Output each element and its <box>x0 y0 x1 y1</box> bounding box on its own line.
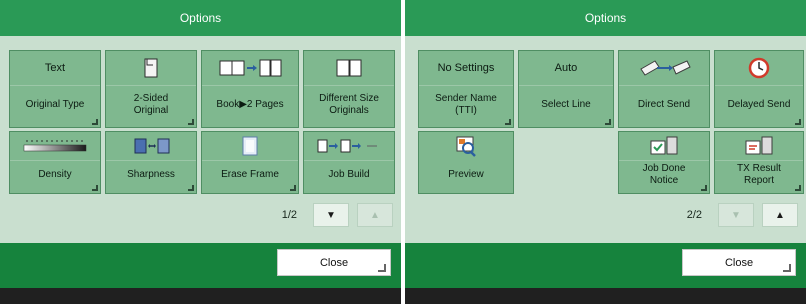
density-label: Density <box>38 169 72 180</box>
direct-send-icon <box>619 51 709 86</box>
different-size-icon <box>304 51 394 86</box>
options-panel-right: Options No Settings Sender Name (TTI) Au… <box>405 0 806 304</box>
tile-job-build[interactable]: Job Build <box>303 131 395 194</box>
corner-grip-icon <box>378 264 386 272</box>
corner-indicator-icon <box>795 185 801 191</box>
preview-label: Preview <box>448 169 484 180</box>
corner-indicator-icon <box>188 185 194 191</box>
delayed-send-label: Delayed Send <box>727 99 791 110</box>
select-line-value: Auto <box>519 51 613 86</box>
tile-delayed-send[interactable]: Delayed Send <box>714 50 804 128</box>
triangle-down-icon: ▼ <box>326 209 336 221</box>
options-panel-left: Options Text Original Type 2-Sided Origi… <box>0 0 401 304</box>
book-icon <box>202 51 298 86</box>
job-done-notice-label: Job Done Notice <box>642 163 686 186</box>
clock-icon <box>715 51 803 86</box>
sharpness-label: Sharpness <box>127 169 175 180</box>
job-build-label: Job Build <box>328 169 370 180</box>
tile-book-2-pages[interactable]: Book▶2 Pages <box>201 50 299 128</box>
tile-preview[interactable]: Preview <box>418 131 514 194</box>
tile-density[interactable]: Density <box>9 131 101 194</box>
corner-indicator-icon <box>290 185 296 191</box>
sender-name-label: Sender Name (TTI) <box>435 93 497 116</box>
tile-tx-result-report[interactable]: TX Result Report <box>714 131 804 194</box>
tile-job-done-notice[interactable]: Job Done Notice <box>618 131 710 194</box>
triangle-down-icon: ▼ <box>731 209 741 221</box>
triangle-up-icon: ▲ <box>775 209 785 221</box>
tile-erase-frame[interactable]: Erase Frame <box>201 131 299 194</box>
corner-indicator-icon <box>92 185 98 191</box>
original-type-label: Original Type <box>25 99 85 110</box>
corner-indicator-icon <box>605 119 611 125</box>
tile-two-sided-original[interactable]: 2-Sided Original <box>105 50 197 128</box>
bottom-bar <box>405 288 806 304</box>
page-down-button[interactable]: ▼ <box>718 203 754 227</box>
page-indicator: 1/2 <box>281 209 297 221</box>
two-sided-original-label: 2-Sided Original <box>133 93 169 116</box>
erase-frame-label: Erase Frame <box>221 169 279 180</box>
two-sided-icon <box>106 51 196 86</box>
book-2-pages-label: Book▶2 Pages <box>216 99 284 110</box>
page-up-button[interactable]: ▲ <box>762 203 798 227</box>
page-up-button[interactable]: ▲ <box>357 203 393 227</box>
tile-select-line[interactable]: Auto Select Line <box>518 50 614 128</box>
tile-sender-name[interactable]: No Settings Sender Name (TTI) <box>418 50 514 128</box>
tile-direct-send[interactable]: Direct Send <box>618 50 710 128</box>
corner-indicator-icon <box>795 119 801 125</box>
corner-grip-icon <box>783 264 791 272</box>
tile-sharpness[interactable]: Sharpness <box>105 131 197 194</box>
corner-indicator-icon <box>505 119 511 125</box>
bottom-bar <box>0 288 401 304</box>
footer-bar: Close <box>405 243 806 288</box>
page-down-button[interactable]: ▼ <box>313 203 349 227</box>
select-line-label: Select Line <box>541 99 591 110</box>
pagination: 2/2 ▼ ▲ <box>687 202 806 228</box>
tile-different-size-originals[interactable]: Different Size Originals <box>303 50 395 128</box>
close-label: Close <box>724 256 754 269</box>
pagination: 1/2 ▼ ▲ <box>282 202 401 228</box>
direct-send-label: Direct Send <box>637 99 691 110</box>
corner-indicator-icon <box>188 119 194 125</box>
different-size-originals-label: Different Size Originals <box>319 93 379 116</box>
triangle-up-icon: ▲ <box>370 209 380 221</box>
panel-title: Options <box>405 0 806 36</box>
original-type-value: Text <box>10 51 100 86</box>
preview-icon <box>419 132 513 160</box>
tile-original-type[interactable]: Text Original Type <box>9 50 101 128</box>
panel-title: Options <box>0 0 401 36</box>
close-button[interactable]: Close <box>277 249 391 276</box>
tx-result-report-label: TX Result Report <box>737 163 781 186</box>
corner-indicator-icon <box>701 185 707 191</box>
corner-indicator-icon <box>92 119 98 125</box>
sender-name-value: No Settings <box>419 51 513 86</box>
footer-bar: Close <box>0 243 401 288</box>
close-label: Close <box>319 256 349 269</box>
close-button[interactable]: Close <box>682 249 796 276</box>
page-indicator: 2/2 <box>686 209 702 221</box>
